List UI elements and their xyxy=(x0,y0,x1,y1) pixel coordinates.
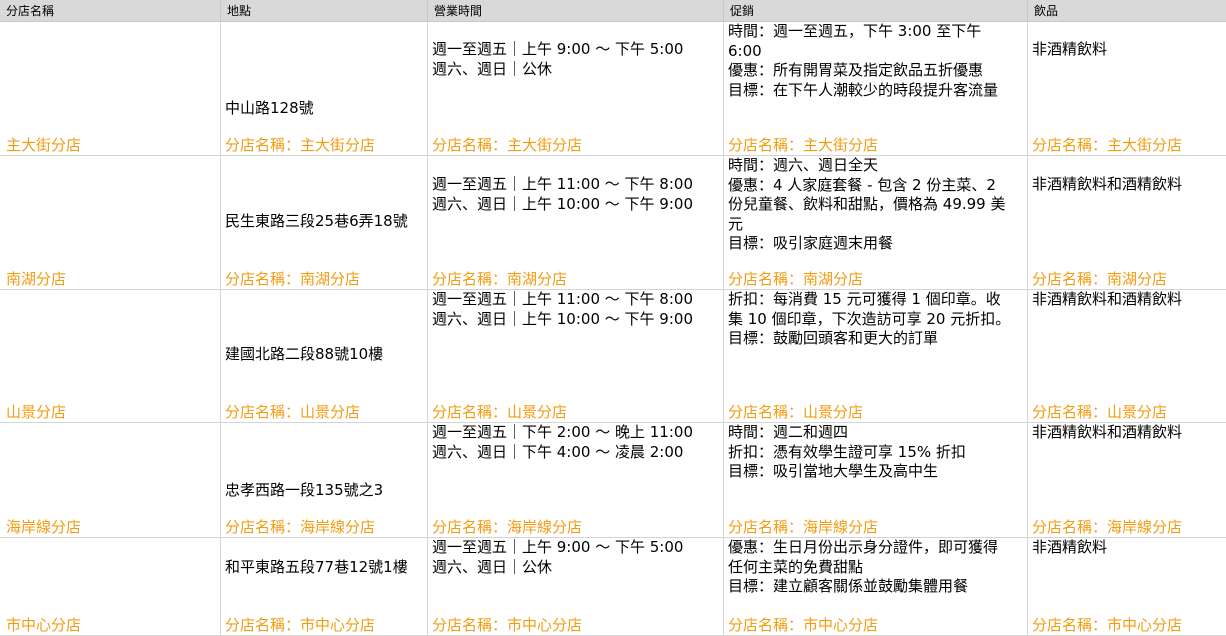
hours-text: 週一至週五｜上午 11:00 ～ 下午 8:00 週六、週日｜上午 10:00 … xyxy=(432,290,693,328)
header-drinks[interactable]: 飲品 xyxy=(1028,0,1226,22)
hours-text: 週一至週五｜下午 2:00 ～ 晚上 11:00 週六、週日｜下午 4:00 ～… xyxy=(432,423,693,461)
promo-text: 時間：週二和週四 折扣：憑有效學生證可享 15% 折扣 目標：吸引當地大學生及高… xyxy=(728,423,966,480)
header-hours[interactable]: 營業時間 xyxy=(428,0,724,22)
table-row: 南湖分店 民生東路三段25巷6弄18號 分店名稱：南湖分店 週一至週五｜上午 1… xyxy=(0,156,1226,290)
drinks-text: 非酒精飲料和酒精飲料 xyxy=(1032,290,1183,308)
location-text: 和平東路五段77巷12號1樓 xyxy=(225,558,408,576)
location-text: 建國北路二段88號10樓 xyxy=(225,345,384,363)
branch-label: 分店名稱：海岸線分店 xyxy=(432,518,583,536)
location-text: 民生東路三段25巷6弄18號 xyxy=(225,212,408,230)
drinks-cell[interactable]: 非酒精飲料 分店名稱：主大街分店 xyxy=(1028,22,1226,155)
branch-name: 主大街分店 xyxy=(6,136,82,154)
promo-cell[interactable]: 折扣：每消費 15 元可獲得 1 個印章。收 集 10 個印章，下次造訪可享 2… xyxy=(724,290,1028,422)
promo-cell[interactable]: 時間：週一至週五，下午 3:00 至下午 6:00 優惠：所有開胃菜及指定飲品五… xyxy=(724,22,1028,155)
drinks-text: 非酒精飲料和酒精飲料 xyxy=(1032,175,1183,193)
branch-label: 分店名稱：山景分店 xyxy=(432,403,568,421)
branch-label: 分店名稱：市中心分店 xyxy=(728,616,879,634)
hours-text: 週一至週五｜上午 9:00 ～ 下午 5:00 週六、週日｜公休 xyxy=(432,40,684,78)
table-row: 海岸線分店 忠孝西路一段135號之3 分店名稱：海岸線分店 週一至週五｜下午 2… xyxy=(0,423,1226,538)
header-location[interactable]: 地點 xyxy=(221,0,428,22)
branch-name: 市中心分店 xyxy=(6,616,82,634)
branch-label: 分店名稱：山景分店 xyxy=(1032,403,1168,421)
branch-label: 分店名稱：山景分店 xyxy=(728,403,864,421)
branch-name: 海岸線分店 xyxy=(6,518,82,536)
promo-text: 時間：週六、週日全天 優惠：4 人家庭套餐 - 包含 2 份主菜、2 份兒童餐、… xyxy=(728,156,1006,252)
branch-label: 分店名稱：主大街分店 xyxy=(432,136,583,154)
branch-name-cell[interactable]: 主大街分店 xyxy=(0,22,221,155)
branch-name-cell[interactable]: 市中心分店 xyxy=(0,538,221,635)
promo-text: 折扣：每消費 15 元可獲得 1 個印章。收 集 10 個印章，下次造訪可享 2… xyxy=(728,290,1011,347)
drinks-cell[interactable]: 非酒精飲料 分店名稱：市中心分店 xyxy=(1028,538,1226,635)
branch-label: 分店名稱：主大街分店 xyxy=(1032,136,1183,154)
branch-label: 分店名稱：市中心分店 xyxy=(225,616,376,634)
location-cell[interactable]: 中山路128號 分店名稱：主大街分店 xyxy=(221,22,428,155)
hours-cell[interactable]: 週一至週五｜上午 11:00 ～ 下午 8:00 週六、週日｜上午 10:00 … xyxy=(428,156,724,289)
hours-cell[interactable]: 週一至週五｜上午 11:00 ～ 下午 8:00 週六、週日｜上午 10:00 … xyxy=(428,290,724,422)
branch-label: 分店名稱：山景分店 xyxy=(225,403,361,421)
drinks-text: 非酒精飲料 xyxy=(1032,40,1108,58)
drinks-cell[interactable]: 非酒精飲料和酒精飲料 分店名稱：海岸線分店 xyxy=(1028,423,1226,537)
location-cell[interactable]: 忠孝西路一段135號之3 分店名稱：海岸線分店 xyxy=(221,423,428,537)
hours-cell[interactable]: 週一至週五｜上午 9:00 ～ 下午 5:00 週六、週日｜公休 分店名稱：主大… xyxy=(428,22,724,155)
branch-label: 分店名稱：主大街分店 xyxy=(728,136,879,154)
branch-label: 分店名稱：市中心分店 xyxy=(1032,616,1183,634)
hours-cell[interactable]: 週一至週五｜下午 2:00 ～ 晚上 11:00 週六、週日｜下午 4:00 ～… xyxy=(428,423,724,537)
hours-text: 週一至週五｜上午 11:00 ～ 下午 8:00 週六、週日｜上午 10:00 … xyxy=(432,175,693,213)
location-cell[interactable]: 民生東路三段25巷6弄18號 分店名稱：南湖分店 xyxy=(221,156,428,289)
promo-cell[interactable]: 時間：週六、週日全天 優惠：4 人家庭套餐 - 包含 2 份主菜、2 份兒童餐、… xyxy=(724,156,1028,289)
branch-label: 分店名稱：市中心分店 xyxy=(432,616,583,634)
branch-label: 分店名稱：海岸線分店 xyxy=(1032,518,1183,536)
drinks-text: 非酒精飲料和酒精飲料 xyxy=(1032,423,1183,441)
branch-name: 山景分店 xyxy=(6,403,67,421)
branch-label: 分店名稱：南湖分店 xyxy=(1032,270,1168,288)
hours-text: 週一至週五｜上午 9:00 ～ 下午 5:00 週六、週日｜公休 xyxy=(432,538,684,576)
branch-label: 分店名稱：海岸線分店 xyxy=(728,518,879,536)
table-row: 山景分店 建國北路二段88號10樓 分店名稱：山景分店 週一至週五｜上午 11:… xyxy=(0,290,1226,423)
promo-cell[interactable]: 優惠：生日月份出示身分證件，即可獲得 任何主菜的免費甜點 目標：建立顧客關係並鼓… xyxy=(724,538,1028,635)
branch-name-cell[interactable]: 海岸線分店 xyxy=(0,423,221,537)
location-text: 中山路128號 xyxy=(225,99,314,117)
drinks-cell[interactable]: 非酒精飲料和酒精飲料 分店名稱：山景分店 xyxy=(1028,290,1226,422)
promo-cell[interactable]: 時間：週二和週四 折扣：憑有效學生證可享 15% 折扣 目標：吸引當地大學生及高… xyxy=(724,423,1028,537)
branch-label: 分店名稱：南湖分店 xyxy=(225,270,361,288)
promo-text: 時間：週一至週五，下午 3:00 至下午 6:00 優惠：所有開胃菜及指定飲品五… xyxy=(728,22,999,99)
drinks-text: 非酒精飲料 xyxy=(1032,538,1108,556)
promo-text: 優惠：生日月份出示身分證件，即可獲得 任何主菜的免費甜點 目標：建立顧客關係並鼓… xyxy=(728,538,999,595)
table-row: 主大街分店 中山路128號 分店名稱：主大街分店 週一至週五｜上午 9:00 ～… xyxy=(0,22,1226,156)
location-text: 忠孝西路一段135號之3 xyxy=(225,481,384,499)
branch-label: 分店名稱：南湖分店 xyxy=(728,270,864,288)
location-cell[interactable]: 建國北路二段88號10樓 分店名稱：山景分店 xyxy=(221,290,428,422)
location-cell[interactable]: 和平東路五段77巷12號1樓 分店名稱：市中心分店 xyxy=(221,538,428,635)
branch-name-cell[interactable]: 南湖分店 xyxy=(0,156,221,289)
branch-name: 南湖分店 xyxy=(6,270,67,288)
header-row: 分店名稱 地點 營業時間 促銷 飲品 xyxy=(0,0,1226,22)
branch-label: 分店名稱：海岸線分店 xyxy=(225,518,376,536)
spreadsheet-table: 分店名稱 地點 營業時間 促銷 飲品 主大街分店 中山路128號 分店名稱：主大… xyxy=(0,0,1226,636)
table-row: 市中心分店 和平東路五段77巷12號1樓 分店名稱：市中心分店 週一至週五｜上午… xyxy=(0,538,1226,636)
branch-label: 分店名稱：南湖分店 xyxy=(432,270,568,288)
branch-name-cell[interactable]: 山景分店 xyxy=(0,290,221,422)
branch-label: 分店名稱：主大街分店 xyxy=(225,136,376,154)
hours-cell[interactable]: 週一至週五｜上午 9:00 ～ 下午 5:00 週六、週日｜公休 分店名稱：市中… xyxy=(428,538,724,635)
drinks-cell[interactable]: 非酒精飲料和酒精飲料 分店名稱：南湖分店 xyxy=(1028,156,1226,289)
header-promotion[interactable]: 促銷 xyxy=(724,0,1028,22)
header-branch-name[interactable]: 分店名稱 xyxy=(0,0,221,22)
